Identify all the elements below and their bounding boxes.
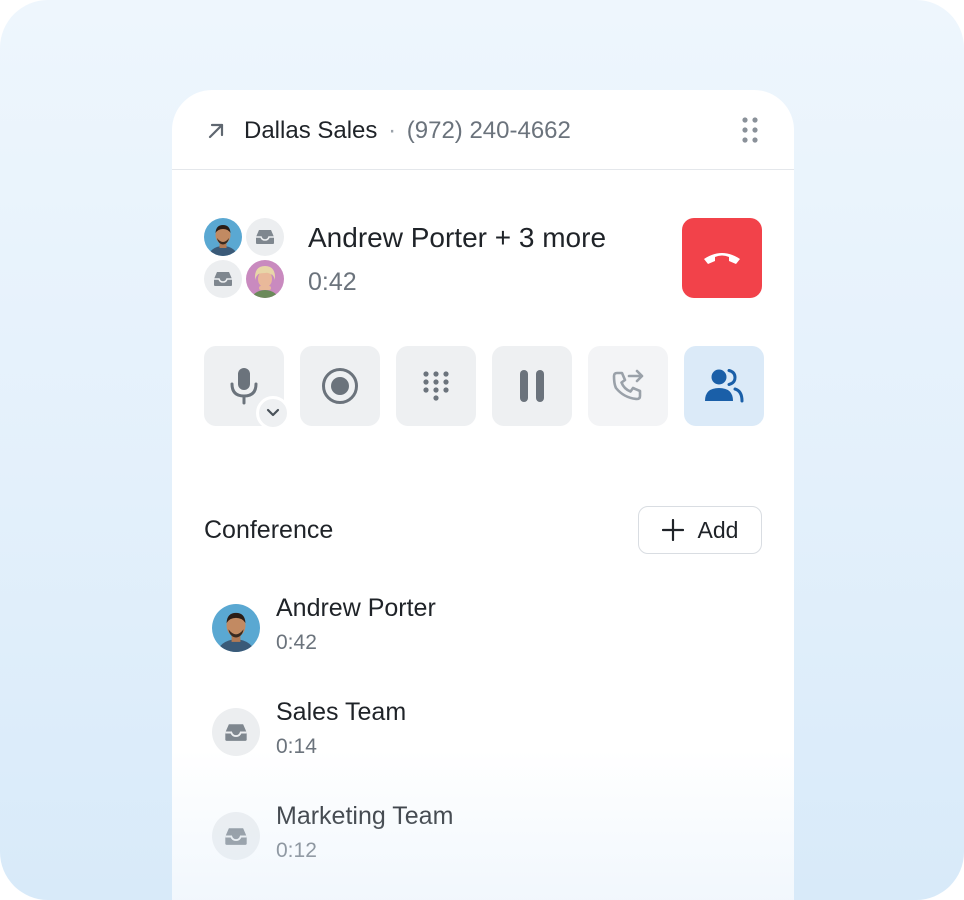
microphone-icon [230, 368, 258, 405]
inbox-avatar-icon [246, 218, 284, 256]
hold-button[interactable] [492, 346, 572, 426]
participant-duration: 0:12 [276, 839, 317, 862]
record-button[interactable] [300, 346, 380, 426]
background-frame: Dallas Sales · (972) 240-4662 Andrew Por… [0, 0, 964, 900]
outgoing-arrow-icon [208, 123, 224, 139]
call-timer: 0:42 [308, 268, 357, 296]
header-line: Dallas Sales · (972) 240-4662 [244, 116, 571, 146]
add-participant-button[interactable]: Add [638, 506, 762, 554]
call-panel: Dallas Sales · (972) 240-4662 Andrew Por… [172, 90, 794, 900]
chevron-down-icon [266, 408, 280, 417]
avatar-andrew-porter [212, 604, 260, 652]
users-icon [705, 369, 744, 403]
inbox-icon [212, 708, 260, 756]
hang-up-button[interactable] [682, 218, 762, 298]
call-header: Dallas Sales · (972) 240-4662 [172, 90, 794, 170]
header-separator: · [388, 117, 397, 144]
conference-title: Conference [204, 516, 334, 544]
participants-avatar-group [204, 218, 286, 300]
avatar-andrew-porter [204, 218, 242, 256]
participant-name: Marketing Team [276, 802, 454, 830]
line-phone-number: (972) 240-4662 [406, 117, 571, 144]
keypad-icon [423, 371, 449, 401]
participant-row[interactable]: Andrew Porter 0:42 [212, 592, 752, 664]
record-icon [322, 368, 358, 404]
participant-name: Sales Team [276, 698, 407, 726]
keypad-button[interactable] [396, 346, 476, 426]
pause-icon [520, 370, 544, 402]
participant-row[interactable]: Marketing Team 0:12 [212, 800, 752, 872]
inbox-icon [212, 812, 260, 860]
line-name: Dallas Sales [244, 117, 378, 144]
participant-duration: 0:42 [276, 631, 317, 654]
add-button-label: Add [697, 516, 739, 543]
mute-button[interactable] [204, 346, 290, 430]
phone-hangup-icon [704, 253, 740, 264]
participant-row[interactable]: Sales Team 0:14 [212, 696, 752, 768]
participants-button[interactable] [684, 346, 764, 426]
participant-name: Andrew Porter [276, 594, 436, 622]
participant-duration: 0:14 [276, 735, 317, 758]
drag-handle-icon[interactable] [738, 116, 762, 144]
plus-icon [661, 519, 684, 541]
call-title: Andrew Porter + 3 more [308, 222, 607, 253]
phone-transfer-icon [612, 369, 644, 401]
inbox-avatar-icon [204, 260, 242, 298]
transfer-button[interactable] [588, 346, 668, 426]
avatar-participant-woman [246, 260, 284, 298]
microphone-options-button[interactable] [256, 396, 290, 430]
